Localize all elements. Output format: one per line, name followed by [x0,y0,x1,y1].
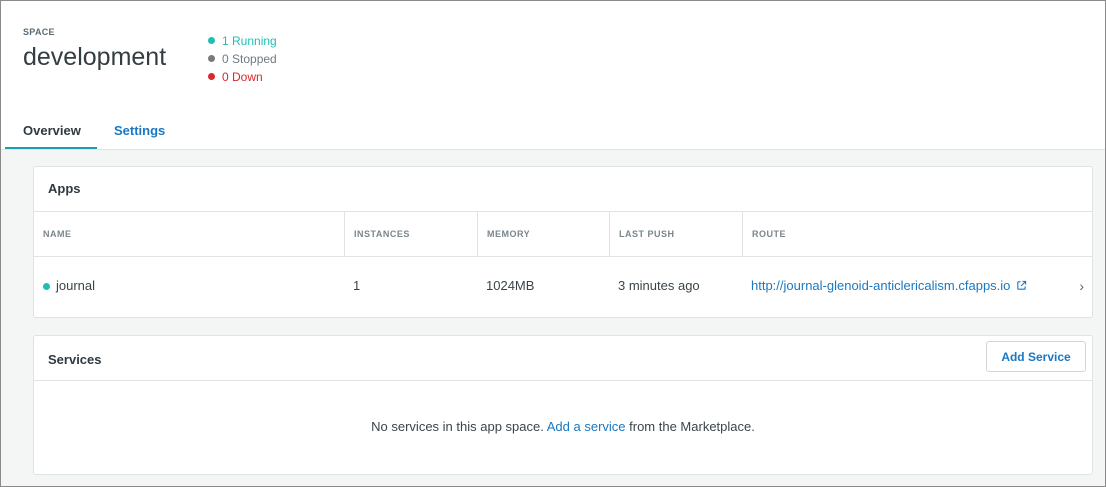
chevron-right-icon[interactable]: › [1079,257,1084,315]
apps-panel: Apps NAME INSTANCES MEMORY LAST PUSH ROU… [33,166,1093,318]
app-route-cell: http://journal-glenoid-anticlericalism.c… [742,257,1092,315]
external-link-icon[interactable] [1016,280,1027,291]
stopped-status-dot-icon [208,55,215,62]
status-stopped-label: 0 Stopped [222,51,277,66]
status-stopped: 0 Stopped [208,51,277,66]
column-header-instances[interactable]: INSTANCES [344,212,477,257]
status-running: 1 Running [208,33,277,48]
space-header: SPACE development 1 Running 0 Stopped 0 … [1,1,1105,113]
space-label: SPACE [23,27,55,37]
down-status-dot-icon [208,73,215,80]
services-empty-text-suffix: from the Marketplace. [629,419,755,434]
app-name-cell: journal [34,257,344,315]
column-header-route[interactable]: ROUTE [742,212,1092,257]
services-panel: Services Add Service No services in this… [33,335,1093,475]
space-tabs: Overview Settings [1,113,1105,149]
services-empty-state: No services in this app space. Add a ser… [34,380,1092,474]
app-route-link[interactable]: http://journal-glenoid-anticlericalism.c… [751,278,1010,293]
table-row[interactable]: journal 1 1024MB 3 minutes ago http://jo… [34,257,1092,315]
overview-content: Apps NAME INSTANCES MEMORY LAST PUSH ROU… [1,149,1105,486]
apps-table: NAME INSTANCES MEMORY LAST PUSH ROUTE jo… [34,211,1092,315]
column-header-name[interactable]: NAME [34,212,344,257]
app-name: journal [56,278,96,293]
column-header-last-push[interactable]: LAST PUSH [609,212,742,257]
services-panel-title: Services [48,352,102,367]
space-overview-page: SPACE development 1 Running 0 Stopped 0 … [0,0,1106,487]
app-last-push: 3 minutes ago [618,278,700,293]
app-status-summary: 1 Running 0 Stopped 0 Down [208,33,277,87]
apps-table-header: NAME INSTANCES MEMORY LAST PUSH ROUTE [34,211,1092,257]
status-down-label: 0 Down [222,69,263,84]
column-header-memory[interactable]: MEMORY [477,212,609,257]
services-empty-text: No services in this app space. [371,419,544,434]
apps-panel-title: Apps [48,181,81,196]
running-status-dot-icon [208,37,215,44]
app-running-status-dot-icon [43,282,50,290]
status-running-label: 1 Running [222,33,277,48]
tab-overview[interactable]: Overview [5,123,97,149]
tab-settings[interactable]: Settings [114,123,165,149]
app-memory: 1024MB [486,278,535,293]
space-name: development [23,43,167,71]
add-service-button[interactable]: Add Service [986,341,1086,372]
add-a-service-link[interactable]: Add a service [547,419,626,434]
app-instances: 1 [353,278,361,293]
status-down: 0 Down [208,69,277,84]
